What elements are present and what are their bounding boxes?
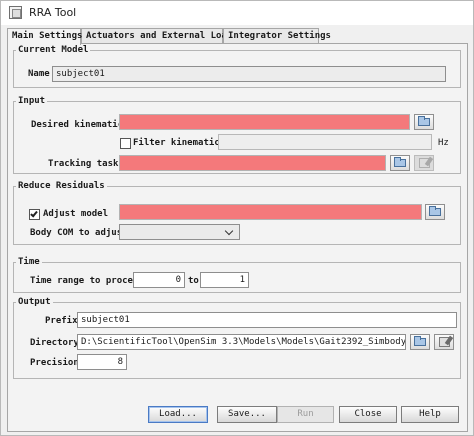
body-com-select[interactable]: [119, 224, 240, 240]
input-legend: Input: [16, 96, 48, 106]
load-button[interactable]: Load...: [148, 406, 208, 423]
filter-kinematics-label: Filter kinematics: [133, 138, 226, 148]
tab-main-settings[interactable]: Main Settings: [7, 28, 82, 45]
precision-field[interactable]: 8: [77, 354, 127, 370]
model-name-label: Name: [28, 69, 50, 79]
run-button[interactable]: Run: [277, 406, 334, 423]
rra-tool-window: RRA Tool Main Settings Actuators and Ext…: [0, 0, 474, 436]
tab-integrator-settings[interactable]: Integrator Settings: [223, 28, 331, 44]
prefix-field[interactable]: subject01: [77, 312, 457, 328]
browse-directory-button[interactable]: [410, 334, 430, 350]
model-name-field: subject01: [52, 66, 446, 82]
time-range-label: Time range to process: [30, 276, 144, 286]
preview-directory-button[interactable]: [434, 334, 454, 350]
save-button[interactable]: Save...: [217, 406, 277, 423]
prefix-label: Prefix: [45, 316, 78, 326]
folder-open-icon: [418, 116, 430, 126]
app-window-icon: [9, 6, 22, 19]
main-settings-panel: Current Model Name subject01 Input Desir…: [7, 43, 468, 432]
tracking-tasks-label: Tracking tasks: [48, 159, 124, 169]
edit-tracking-tasks-button[interactable]: [414, 155, 434, 171]
desired-kinematics-label: Desired kinematics: [31, 120, 129, 130]
title-bar[interactable]: RRA Tool: [1, 1, 473, 25]
output-legend: Output: [16, 297, 53, 307]
search-icon: [439, 337, 450, 347]
time-to-label: to: [188, 276, 199, 286]
tab-actuators-external-loads[interactable]: Actuators and External Loads: [81, 28, 238, 44]
help-button[interactable]: Help: [401, 406, 459, 423]
browse-adjust-model-button[interactable]: [425, 204, 445, 220]
directory-field[interactable]: D:\ScientificTool\OpenSim 3.3\Models\Mod…: [77, 334, 406, 350]
directory-label: Directory: [30, 338, 79, 348]
precision-label: Precision: [30, 358, 79, 368]
tracking-tasks-field[interactable]: [119, 155, 386, 171]
folder-open-icon: [414, 336, 426, 346]
time-start-field[interactable]: 0: [133, 272, 185, 288]
reduce-residuals-legend: Reduce Residuals: [16, 181, 107, 191]
adjust-model-label: Adjust model: [43, 209, 109, 219]
close-button[interactable]: Close: [339, 406, 397, 423]
folder-open-icon: [394, 157, 406, 167]
filter-kinematics-checkbox[interactable]: [120, 138, 131, 149]
time-end-field[interactable]: 1: [200, 272, 249, 288]
adjust-model-checkbox[interactable]: [29, 209, 40, 220]
body-com-label: Body COM to adjust: [30, 228, 128, 238]
checkmark-icon: [30, 209, 38, 218]
folder-open-icon: [429, 206, 441, 216]
window-title: RRA Tool: [29, 6, 77, 19]
current-model-legend: Current Model: [16, 45, 91, 55]
time-legend: Time: [16, 257, 42, 267]
edit-icon: [419, 158, 430, 168]
desired-kinematics-field[interactable]: [119, 114, 410, 130]
browse-desired-kinematics-button[interactable]: [414, 114, 434, 130]
browse-tracking-tasks-button[interactable]: [390, 155, 410, 171]
adjust-model-file-field[interactable]: [119, 204, 422, 220]
filter-frequency-field[interactable]: [218, 134, 432, 150]
chevron-down-icon: [224, 226, 234, 236]
filter-unit-label: Hz: [438, 138, 449, 148]
